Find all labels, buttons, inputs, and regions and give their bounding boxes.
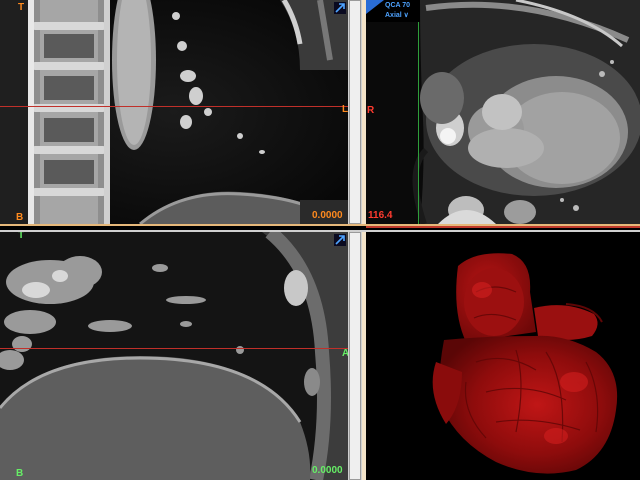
axial-viewport[interactable]: QCA 70 Axial ∨ R 116.4 <box>366 0 640 224</box>
crosshair-horizontal-line[interactable] <box>0 348 348 349</box>
slice-value-label: 0.0000 <box>312 210 343 221</box>
heart-volume-render <box>366 232 640 480</box>
scrollbar-thumb[interactable] <box>349 0 361 224</box>
scrollbar-thumb[interactable] <box>349 232 361 480</box>
coronal-ct-image <box>0 0 348 224</box>
view-flag-icon <box>366 0 384 14</box>
coronal-scrollbar[interactable] <box>348 0 362 224</box>
expand-arrow-icon[interactable] <box>334 2 346 14</box>
orientation-bottom-label: B <box>16 468 24 479</box>
axial-ct-image <box>366 0 640 224</box>
orientation-top-label: T <box>18 232 25 241</box>
expand-arrow-icon[interactable] <box>334 234 346 246</box>
sagittal-viewport[interactable]: T B A 0.0000 <box>0 232 348 480</box>
slice-value-label: 0.0000 <box>312 465 343 476</box>
qca-label: QCA 70 <box>385 2 411 9</box>
view-orientation-dropdown[interactable]: Axial ∨ <box>385 11 409 19</box>
orientation-bottom-label: B <box>16 212 24 223</box>
volume-render-viewport[interactable] <box>366 232 640 480</box>
orientation-top-label: T <box>18 2 25 13</box>
orientation-left-label: R <box>367 105 375 116</box>
qca-tab[interactable]: QCA 70 Axial ∨ <box>366 0 420 22</box>
slice-position-label: 116.4 <box>368 210 393 221</box>
sagittal-ct-image <box>0 232 348 480</box>
sagittal-scrollbar[interactable] <box>348 232 362 480</box>
crosshair-horizontal-line[interactable] <box>0 106 348 107</box>
crosshair-vertical-line[interactable] <box>418 0 419 224</box>
coronal-viewport[interactable]: T B L 0.0000 <box>0 0 348 224</box>
split-divider-accent <box>366 226 640 228</box>
